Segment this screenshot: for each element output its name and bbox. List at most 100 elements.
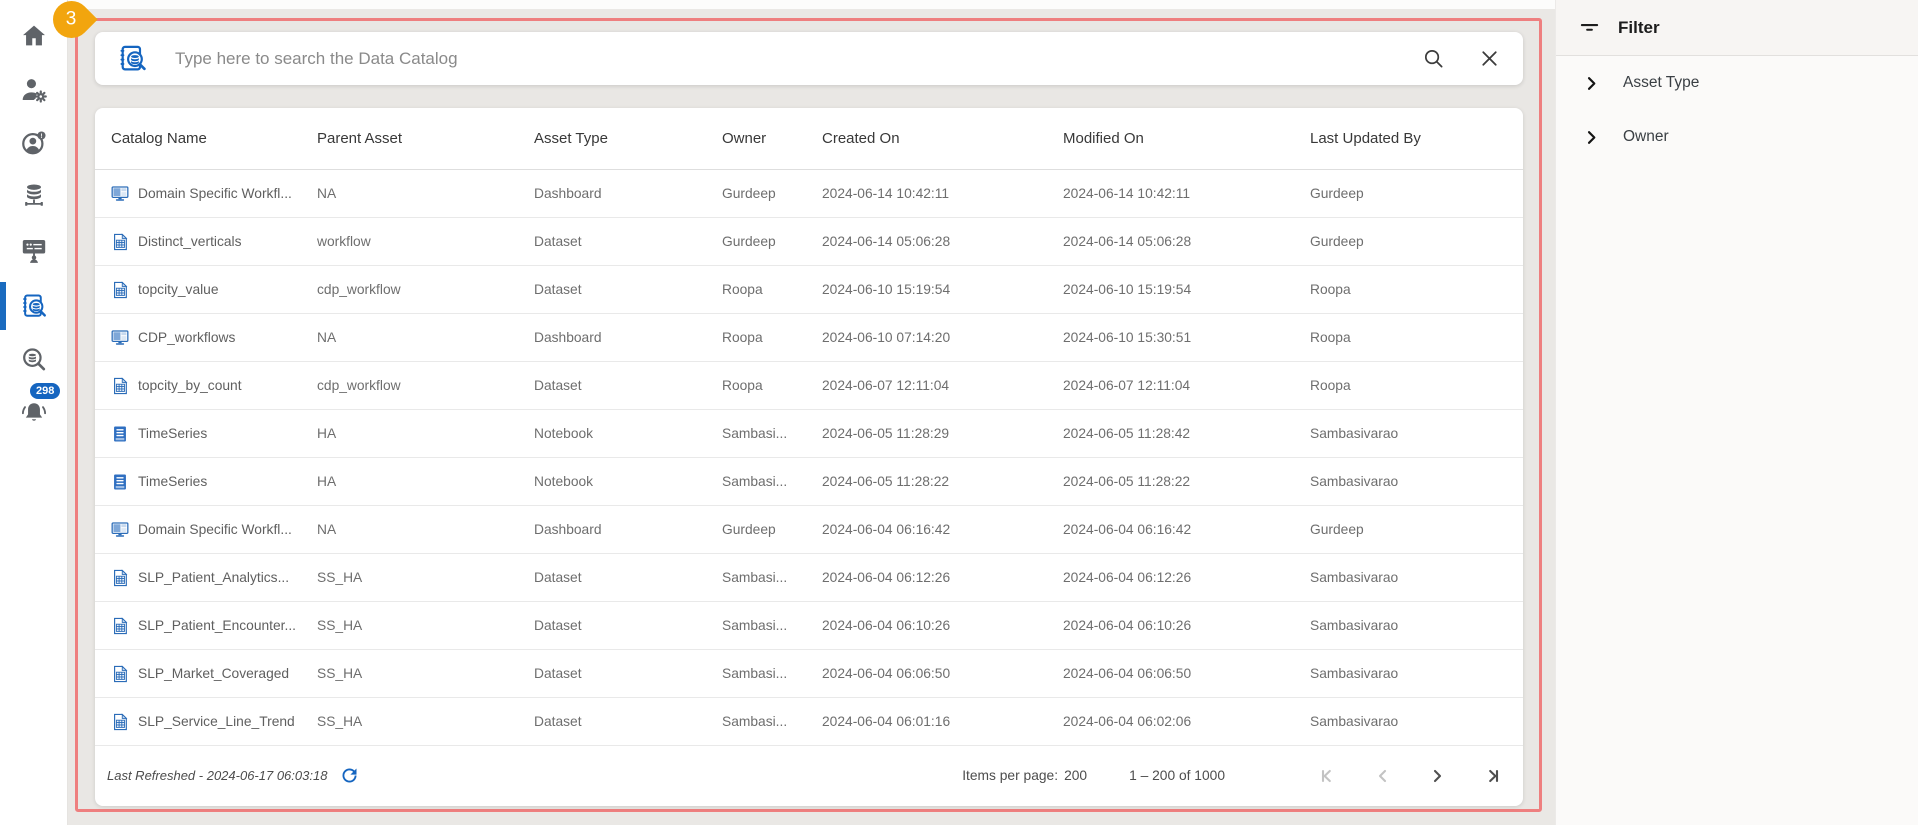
- dataset-icon: [111, 568, 129, 587]
- cell-parent: cdp_workflow: [317, 378, 401, 393]
- dataset-icon: [111, 232, 129, 251]
- table-row[interactable]: Distinct_verticals workflow Dataset Gurdeep…: [95, 218, 1523, 266]
- dashboard-icon: [111, 521, 129, 539]
- next-page-button[interactable]: [1425, 764, 1449, 788]
- cell-updated_by: Sambasivarao: [1310, 570, 1399, 585]
- cell-modified: 2024-06-04 06:10:26: [1063, 618, 1192, 633]
- cell-owner: Gurdeep: [722, 522, 776, 537]
- sidebar-item-data-search[interactable]: [0, 336, 67, 384]
- cell-created: 2024-06-10 07:14:20: [822, 330, 951, 345]
- dataset-icon: [111, 280, 129, 299]
- cell-created: 2024-06-04 06:01:16: [822, 714, 951, 729]
- training-icon: [20, 236, 48, 264]
- cell-modified: 2024-06-10 15:30:51: [1063, 330, 1192, 345]
- table-row[interactable]: SLP_Patient_Analytics... SS_HA Dataset Samb…: [95, 554, 1523, 602]
- catalog-name: SLP_Market_Coveraged: [138, 666, 290, 681]
- sidebar-item-data-sources[interactable]: [0, 172, 67, 220]
- close-icon[interactable]: [1478, 47, 1501, 70]
- table-row[interactable]: CDP_workflows NA Dashboard Roopa 2024-06-10 …: [95, 314, 1523, 362]
- notebook-icon: [111, 425, 129, 443]
- step-annotation-number: 3: [66, 8, 77, 30]
- last-page-button[interactable]: [1479, 764, 1503, 788]
- cell-created: 2024-06-14 05:06:28: [822, 234, 951, 249]
- catalog-name: Domain Specific Workfl...: [138, 522, 292, 537]
- sidebar-item-user-status[interactable]: !: [0, 119, 67, 167]
- data-catalog-icon: [20, 292, 48, 320]
- svg-text:!: !: [40, 133, 42, 140]
- sidebar-item-data-catalog[interactable]: [0, 282, 67, 330]
- cell-updated_by: Roopa: [1310, 330, 1351, 345]
- cell-updated_by: Sambasivarao: [1310, 666, 1399, 681]
- refresh-icon[interactable]: [339, 765, 360, 786]
- search-input[interactable]: [173, 47, 1422, 70]
- cell-type: Notebook: [534, 474, 594, 489]
- data-catalog-icon: [117, 43, 148, 74]
- filter-icon: [1578, 16, 1601, 39]
- catalog-results-table: Catalog Name Parent Asset Asset Type Owner C…: [95, 108, 1523, 806]
- catalog-name: SLP_Patient_Analytics...: [138, 570, 290, 585]
- sidebar-item-user-settings[interactable]: [0, 66, 67, 114]
- table-row[interactable]: Domain Specific Workfl... NA Dashboard Gurd…: [95, 506, 1523, 554]
- left-nav-rail: ! 298: [0, 0, 68, 825]
- filter-section-owner[interactable]: Owner: [1556, 110, 1918, 164]
- table-row[interactable]: TimeSeries HA Notebook Sambasi... 2024-06-05…: [95, 458, 1523, 506]
- column-header-created-on: Created On: [822, 130, 900, 147]
- cell-owner: Sambasi...: [722, 714, 788, 729]
- table-row[interactable]: topcity_by_count cdp_workflow Dataset Roopa…: [95, 362, 1523, 410]
- search-icon[interactable]: [1422, 47, 1445, 70]
- cell-modified: 2024-06-04 06:06:50: [1063, 666, 1192, 681]
- cell-owner: Roopa: [722, 330, 763, 345]
- cell-updated_by: Roopa: [1310, 282, 1351, 297]
- catalog-name: TimeSeries: [138, 474, 208, 489]
- table-row[interactable]: Domain Specific Workfl... NA Dashboard Gurd…: [95, 170, 1523, 218]
- cell-modified: 2024-06-04 06:02:06: [1063, 714, 1192, 729]
- items-per-page-value[interactable]: 200: [1064, 768, 1087, 783]
- table-row[interactable]: TimeSeries HA Notebook Sambasi... 2024-06-05…: [95, 410, 1523, 458]
- table-row[interactable]: topcity_value cdp_workflow Dataset Roopa 202…: [95, 266, 1523, 314]
- table-row[interactable]: SLP_Market_Coveraged SS_HA Dataset Sambasi.…: [95, 650, 1523, 698]
- column-header-modified-on: Modified On: [1063, 130, 1144, 147]
- cell-parent: cdp_workflow: [317, 282, 401, 297]
- cell-parent: SS_HA: [317, 570, 363, 585]
- cell-parent: HA: [317, 426, 337, 441]
- cell-type: Dataset: [534, 618, 582, 633]
- data-search-icon: [20, 346, 48, 374]
- sidebar-item-training[interactable]: [0, 226, 67, 274]
- top-strip: [0, 0, 1555, 9]
- first-page-button[interactable]: [1317, 764, 1341, 788]
- cell-created: 2024-06-10 15:19:54: [822, 282, 951, 297]
- cell-owner: Sambasi...: [722, 618, 788, 633]
- column-header-last-updated-by: Last Updated By: [1310, 130, 1421, 147]
- cell-owner: Sambasi...: [722, 666, 788, 681]
- cell-modified: 2024-06-04 06:16:42: [1063, 522, 1192, 537]
- sidebar-item-notifications[interactable]: 298: [0, 383, 67, 437]
- dataset-icon: [111, 712, 129, 731]
- cell-created: 2024-06-04 06:12:26: [822, 570, 951, 585]
- table-row[interactable]: SLP_Patient_Encounter... SS_HA Dataset Samb…: [95, 602, 1523, 650]
- filter-panel: Filter Asset Type Owner: [1555, 0, 1918, 825]
- cell-parent: NA: [317, 186, 337, 201]
- column-header-parent-asset: Parent Asset: [317, 130, 403, 147]
- home-icon: [20, 22, 48, 50]
- cell-owner: Sambasi...: [722, 570, 788, 585]
- cell-created: 2024-06-14 10:42:11: [822, 186, 950, 201]
- cell-parent: NA: [317, 330, 337, 345]
- cell-type: Dashboard: [534, 186, 602, 201]
- cell-created: 2024-06-07 12:11:04: [822, 378, 950, 393]
- catalog-name: topcity_by_count: [138, 378, 242, 393]
- table-row[interactable]: SLP_Service_Line_Trend SS_HA Dataset Sambas…: [95, 698, 1523, 746]
- cell-modified: 2024-06-07 12:11:04: [1063, 378, 1191, 393]
- cell-type: Dashboard: [534, 330, 602, 345]
- cell-owner: Roopa: [722, 282, 763, 297]
- table-header-row: Catalog Name Parent Asset Asset Type Owner C…: [95, 108, 1523, 170]
- dataset-icon: [111, 616, 129, 635]
- previous-page-button[interactable]: [1371, 764, 1395, 788]
- cell-owner: Gurdeep: [722, 186, 776, 201]
- cell-updated_by: Sambasivarao: [1310, 714, 1399, 729]
- cell-modified: 2024-06-10 15:19:54: [1063, 282, 1192, 297]
- items-per-page-label: Items per page:: [962, 768, 1059, 783]
- cell-type: Dataset: [534, 666, 582, 681]
- catalog-name: CDP_workflows: [138, 330, 236, 345]
- table-body: Domain Specific Workfl... NA Dashboard Gurd…: [95, 170, 1523, 746]
- filter-section-asset-type[interactable]: Asset Type: [1556, 56, 1918, 110]
